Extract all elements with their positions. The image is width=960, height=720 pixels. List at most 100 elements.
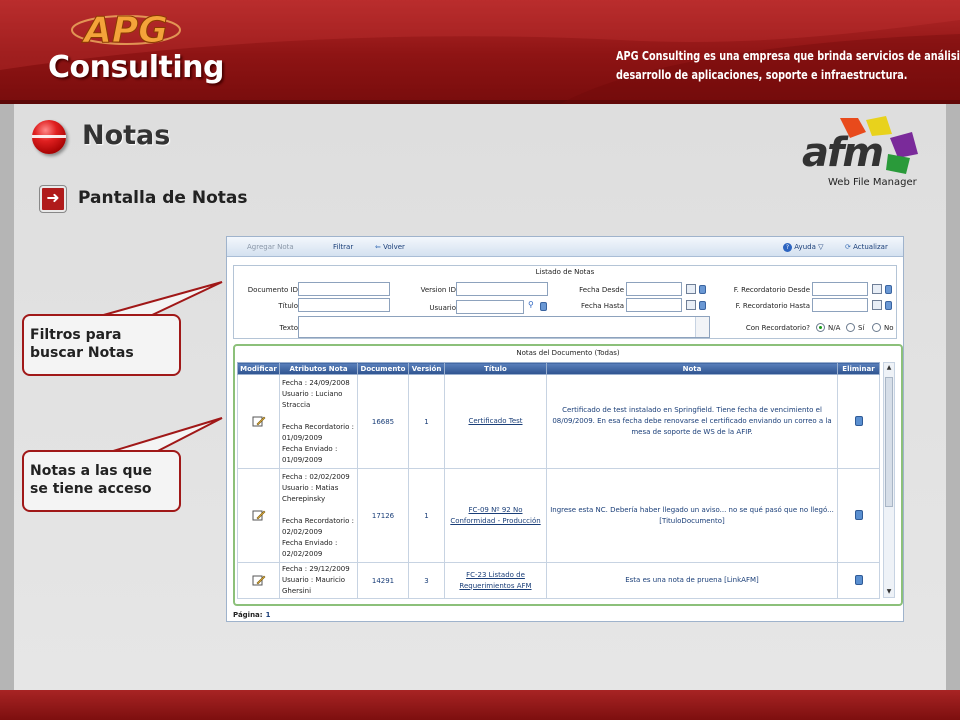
usuario-label: Usuario [429, 304, 456, 312]
agregar-nota-button[interactable]: Agregar Nota [247, 243, 294, 251]
note-attributes: Fecha : 02/02/2009 Usuario : Matias Cher… [279, 468, 358, 563]
edit-note-icon[interactable] [252, 574, 266, 586]
right-frame-rail [946, 104, 960, 690]
note-version: 3 [408, 562, 445, 599]
clear-date-icon[interactable] [885, 285, 892, 294]
clear-date-icon[interactable] [699, 301, 706, 310]
back-arrow-icon: ⇐ [375, 243, 381, 251]
tagline-line-2: desarrollo de aplicaciones, soporte e in… [616, 67, 908, 82]
column-header[interactable]: Nota [546, 362, 838, 375]
radio-no-label: No [884, 324, 894, 332]
slide-header: APG Consulting APG Consulting es una emp… [0, 0, 960, 104]
calendar-icon[interactable] [686, 284, 696, 294]
calendar-icon[interactable] [872, 300, 882, 310]
clear-date-icon[interactable] [885, 301, 892, 310]
f-recordatorio-hasta-input[interactable] [812, 298, 868, 312]
con-recordatorio-label: Con Recordatorio? [745, 324, 810, 332]
note-text: Esta es una nota de pruena [LinkAFM] [546, 562, 838, 599]
edit-note-icon[interactable] [252, 415, 266, 427]
page-title: Notas [82, 120, 171, 151]
notes-table: Modificar Atributos Nota Documento Versi… [237, 362, 880, 599]
texto-textarea[interactable] [298, 316, 710, 338]
column-header[interactable]: Atributos Nota [279, 362, 358, 375]
refresh-icon: ⟳ [845, 243, 851, 251]
search-user-icon[interactable]: ⚲ [528, 300, 534, 309]
table-header-row: Modificar Atributos Nota Documento Versi… [237, 362, 880, 375]
usuario-input[interactable] [456, 300, 524, 314]
notes-panel-caption: Notas del Documento (Todas) [516, 349, 620, 357]
fecha-hasta-input[interactable] [626, 298, 682, 312]
version-id-input[interactable] [456, 282, 548, 296]
pagination: Página: 1 [233, 611, 270, 619]
fecha-hasta-label: Fecha Hasta [581, 302, 624, 310]
documento-id-input[interactable] [298, 282, 390, 296]
ayuda-button[interactable]: ? Ayuda ▽ [783, 243, 824, 252]
left-frame-rail [0, 104, 14, 690]
textarea-scrollbar[interactable] [695, 317, 709, 337]
radio-no[interactable] [872, 323, 881, 332]
documento-id-label: Documento ID [247, 286, 298, 294]
note-version: 1 [408, 374, 445, 469]
delete-note-icon[interactable] [854, 574, 863, 585]
delete-note-icon[interactable] [854, 509, 863, 520]
filtrar-button[interactable]: Filtrar [333, 243, 353, 251]
scroll-down-icon[interactable]: ▼ [885, 587, 893, 597]
clear-date-icon[interactable] [699, 285, 706, 294]
title-bullet-icon [32, 120, 66, 154]
radio-si-label: Sí [858, 324, 865, 332]
arrow-right-box-icon: ➜ [40, 186, 66, 212]
f-recordatorio-hasta-label: F. Recordatorio Hasta [735, 302, 810, 310]
table-row: Fecha : 29/12/2009 Usuario : Mauricio Gh… [237, 562, 880, 599]
delete-note-icon[interactable] [854, 415, 863, 426]
ayuda-label: Ayuda [794, 243, 816, 251]
page-number-link[interactable]: 1 [266, 611, 271, 619]
titulo-label: Título [278, 302, 298, 310]
app-toolbar: Agregar Nota Filtrar ⇐ Volver ? Ayuda ▽ … [227, 237, 903, 257]
dropdown-icon: ▽ [818, 243, 824, 251]
notes-panel: Notas del Documento (Todas) Modificar At… [233, 344, 903, 606]
column-header[interactable]: Documento [357, 362, 409, 375]
column-header[interactable]: Título [444, 362, 547, 375]
column-header[interactable]: Versión [408, 362, 445, 375]
clear-user-icon[interactable] [540, 302, 547, 311]
volver-button[interactable]: ⇐ Volver [375, 243, 405, 251]
section-subtitle: Pantalla de Notas [78, 188, 248, 208]
f-recordatorio-desde-label: F. Recordatorio Desde [733, 286, 810, 294]
scroll-thumb[interactable] [885, 377, 893, 507]
calendar-icon[interactable] [686, 300, 696, 310]
note-title-link[interactable]: Certificado Test [444, 374, 547, 469]
calendar-icon[interactable] [872, 284, 882, 294]
version-id-label: Version ID [420, 286, 456, 294]
note-text: Ingrese esta NC. Debería haber llegado u… [546, 468, 838, 563]
notes-app-window: Agregar Nota Filtrar ⇐ Volver ? Ayuda ▽ … [226, 236, 904, 622]
table-row: Fecha : 02/02/2009 Usuario : Matias Cher… [237, 468, 880, 563]
fecha-desde-input[interactable] [626, 282, 682, 296]
volver-label: Volver [383, 243, 405, 251]
consulting-logo-text: Consulting [48, 50, 224, 85]
column-header[interactable]: Eliminar [837, 362, 880, 375]
radio-si[interactable] [846, 323, 855, 332]
filter-panel: Listado de Notas Documento ID Version ID… [233, 265, 897, 339]
radio-na[interactable] [816, 323, 825, 332]
actualizar-label: Actualizar [853, 243, 888, 251]
note-attributes: Fecha : 29/12/2009 Usuario : Mauricio Gh… [279, 562, 358, 599]
scroll-up-icon[interactable]: ▲ [885, 363, 893, 373]
titulo-input[interactable] [298, 298, 390, 312]
f-recordatorio-desde-input[interactable] [812, 282, 868, 296]
slide-footer [0, 690, 960, 720]
callout-notes: Notas a las que se tiene acceso [22, 450, 181, 512]
afm-logo-text: afm [802, 130, 884, 176]
note-title-link[interactable]: FC-09 Nº 92 No Conformidad - Producción [444, 468, 547, 563]
svg-text:APG: APG [81, 10, 168, 51]
table-scrollbar[interactable]: ▲ ▼ [883, 362, 895, 598]
radio-na-label: N/A [828, 324, 841, 332]
filter-panel-caption: Listado de Notas [535, 268, 595, 276]
note-attributes: Fecha : 24/09/2008 Usuario : Luciano Str… [279, 374, 358, 469]
note-title-link[interactable]: FC-23 Listado de Requerimientos AFM [444, 562, 547, 599]
column-header[interactable]: Modificar [237, 362, 280, 375]
fecha-desde-label: Fecha Desde [579, 286, 624, 294]
callout-filters: Filtros para buscar Notas [22, 314, 181, 376]
actualizar-button[interactable]: ⟳ Actualizar [845, 243, 888, 251]
edit-note-icon[interactable] [252, 509, 266, 521]
company-tagline: APG Consulting es una empresa que brinda… [616, 46, 960, 84]
